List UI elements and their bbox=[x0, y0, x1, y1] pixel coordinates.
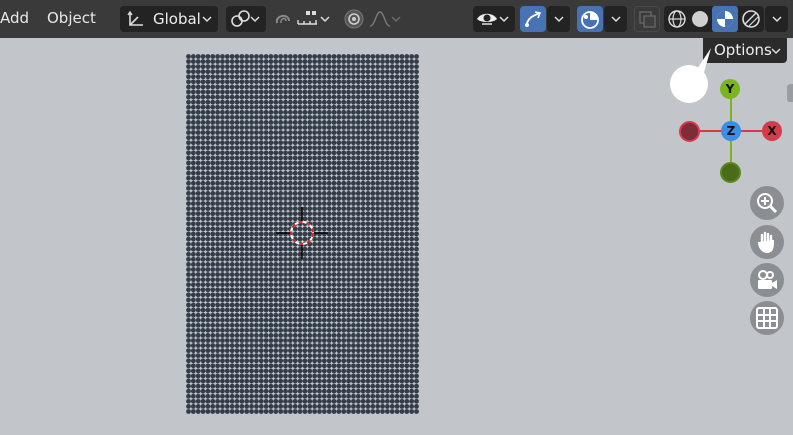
snap-group bbox=[270, 6, 336, 32]
zoom-button[interactable] bbox=[750, 186, 784, 220]
camera-icon bbox=[758, 270, 777, 289]
transform-orientation-icon bbox=[127, 10, 143, 26]
sidebar-toggle-tab[interactable] bbox=[787, 84, 793, 102]
falloff-curve-icon[interactable] bbox=[369, 9, 391, 29]
camera-view-button[interactable] bbox=[750, 263, 784, 297]
chevron-down-icon bbox=[250, 16, 260, 23]
gizmo-dropdown[interactable] bbox=[547, 6, 570, 32]
gizmo-x-axis[interactable]: X bbox=[762, 121, 782, 141]
material-preview-icon bbox=[717, 11, 733, 27]
pivot-dropdown[interactable] bbox=[226, 6, 266, 32]
xray-toggle[interactable] bbox=[634, 6, 660, 32]
chevron-down-icon bbox=[611, 16, 621, 23]
chevron-down-icon bbox=[554, 16, 564, 23]
rendered-shading-icon[interactable] bbox=[741, 9, 761, 29]
material-preview-button[interactable] bbox=[712, 6, 738, 32]
xray-icon bbox=[639, 11, 656, 28]
proportional-editing-icon[interactable] bbox=[343, 8, 365, 30]
orientation-dropdown[interactable]: Global bbox=[120, 6, 218, 32]
pivot-point-icon bbox=[231, 10, 250, 27]
zoom-icon bbox=[757, 193, 778, 214]
gizmo-toggle[interactable] bbox=[520, 6, 546, 32]
snap-magnet-icon[interactable] bbox=[272, 9, 294, 29]
gizmo-arrow-icon bbox=[525, 11, 542, 27]
wireframe-shading-icon[interactable] bbox=[667, 9, 687, 29]
overlays-toggle[interactable] bbox=[577, 6, 603, 32]
shading-group bbox=[664, 6, 764, 32]
eye-icon bbox=[477, 13, 497, 25]
3d-cursor-icon[interactable] bbox=[276, 207, 328, 259]
ortho-toggle-button[interactable] bbox=[750, 301, 784, 335]
chevron-down-icon[interactable] bbox=[320, 14, 330, 24]
chevron-down-icon bbox=[771, 48, 781, 55]
gizmo-neg-y-axis[interactable] bbox=[720, 162, 741, 183]
tooltip-pointer bbox=[670, 48, 711, 103]
chevron-down-icon bbox=[772, 16, 782, 23]
overlays-icon bbox=[581, 11, 599, 29]
chevron-down-icon[interactable] bbox=[391, 14, 401, 24]
gizmo-y-axis[interactable]: Y bbox=[720, 79, 740, 99]
visibility-dropdown[interactable] bbox=[473, 6, 515, 32]
menu-object[interactable]: Object bbox=[47, 9, 96, 27]
grid-ortho-icon bbox=[756, 307, 778, 329]
orientation-label: Global bbox=[153, 10, 201, 28]
proportional-group bbox=[341, 6, 407, 32]
overlays-dropdown[interactable] bbox=[604, 6, 627, 32]
chevron-down-icon bbox=[202, 16, 212, 23]
viewport-header: Add Object Global bbox=[0, 0, 793, 38]
shading-dropdown[interactable] bbox=[765, 6, 788, 32]
gizmo-z-axis[interactable]: Z bbox=[721, 121, 741, 141]
pan-button[interactable] bbox=[750, 225, 784, 259]
solid-shading-icon[interactable] bbox=[690, 9, 710, 29]
chevron-down-icon bbox=[499, 16, 509, 23]
gizmo-neg-x-axis[interactable] bbox=[679, 121, 700, 142]
hand-pan-icon bbox=[758, 231, 774, 254]
menu-add[interactable]: Add bbox=[0, 9, 29, 27]
snap-increment-icon[interactable] bbox=[297, 10, 319, 28]
